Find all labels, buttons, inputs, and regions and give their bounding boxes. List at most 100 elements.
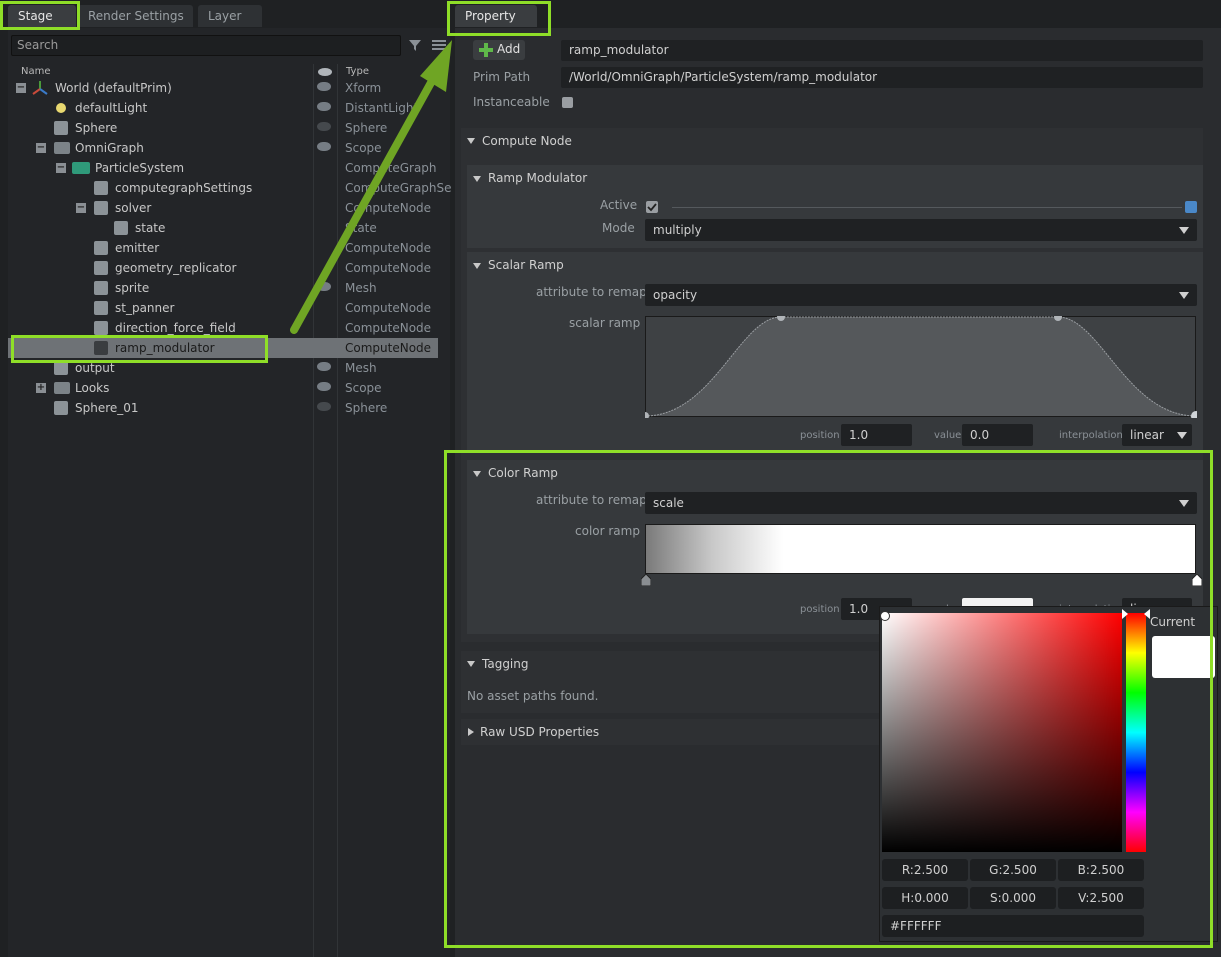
prim-type: DistantLight (345, 101, 419, 115)
tree-row-ramp-modulator[interactable]: ramp_modulator ComputeNode (8, 338, 438, 358)
tree-row-world[interactable]: − World (defaultPrim) Xform (8, 78, 438, 98)
collapse-icon[interactable]: − (16, 83, 26, 93)
prim-name: solver (115, 201, 152, 215)
prim-type: ComputeNode (345, 261, 432, 275)
prim-type: ComputeNode (345, 321, 432, 335)
add-button[interactable]: Add (473, 40, 525, 60)
hex-color-field[interactable]: #FFFFFF (882, 915, 1144, 937)
mesh-cube-icon (54, 361, 68, 375)
color-cursor[interactable] (880, 611, 890, 621)
instanceable-checkbox[interactable] (562, 97, 573, 108)
visibility-eye-icon[interactable] (317, 382, 331, 391)
saturation-value-field[interactable] (882, 613, 1122, 852)
hue-slider-handle[interactable] (1122, 609, 1150, 619)
tree-row-particlesystem[interactable]: − ParticleSystem ComputeGraph (8, 158, 438, 178)
attribute-to-remap-label: attribute to remap (536, 285, 647, 299)
hue-field[interactable]: H:0.000 (882, 887, 968, 909)
filter-icon[interactable] (408, 38, 422, 52)
collapse-triangle-icon[interactable] (467, 138, 475, 144)
slider-handle[interactable] (1185, 201, 1197, 213)
prim-type: ComputeNode (345, 341, 432, 355)
prim-name: OmniGraph (75, 141, 144, 155)
visibility-eye-icon[interactable] (317, 142, 331, 151)
tab-stage[interactable]: Stage (8, 5, 76, 27)
value-field[interactable]: 0.0 (962, 424, 1033, 446)
tree-row-looks[interactable]: + Looks Scope (8, 378, 438, 398)
expand-icon[interactable]: + (36, 383, 46, 393)
tree-row-geometry-replicator[interactable]: geometry_replicator ComputeNode (8, 258, 438, 278)
hue-slider[interactable] (1126, 613, 1146, 852)
section-title[interactable]: Ramp Modulator (488, 171, 587, 185)
section-title[interactable]: Color Ramp (488, 466, 558, 480)
prim-path-field[interactable]: /World/OmniGraph/ParticleSystem/ramp_mod… (561, 67, 1203, 88)
active-checkbox[interactable] (646, 201, 658, 213)
collapse-triangle-icon[interactable] (467, 661, 475, 667)
color-ramp-gradient[interactable] (645, 524, 1196, 574)
section-title[interactable]: Raw USD Properties (480, 725, 599, 739)
color-stop-handle-selected[interactable] (1192, 574, 1202, 586)
add-label: Add (497, 42, 521, 56)
tree-row-output[interactable]: output Mesh (8, 358, 438, 378)
saturation-field[interactable]: S:0.000 (970, 887, 1056, 909)
tab-layer[interactable]: Layer (198, 5, 262, 27)
visibility-eye-icon[interactable] (317, 82, 331, 91)
attribute-dropdown[interactable]: scale (645, 492, 1197, 514)
visibility-eye-icon[interactable] (317, 282, 331, 291)
tab-render-settings[interactable]: Render Settings (78, 5, 193, 27)
visibility-eye-icon[interactable] (317, 102, 331, 111)
color-picker-popup: Current R:2.500 G:2.500 B:2.500 H:0.000 … (879, 606, 1218, 942)
tree-row-omnigraph[interactable]: − OmniGraph Scope (8, 138, 438, 158)
tree-row-st-panner[interactable]: st_panner ComputeNode (8, 298, 438, 318)
xform-icon (32, 81, 48, 95)
prim-type: Xform (345, 81, 382, 95)
attribute-dropdown[interactable]: opacity (645, 284, 1197, 306)
prim-type: ComputeGraphSe (345, 181, 452, 195)
prim-path-label: Prim Path (473, 70, 531, 84)
section-title[interactable]: Scalar Ramp (488, 258, 564, 272)
slider-track[interactable] (672, 207, 1182, 208)
color-stop-handle[interactable] (641, 574, 651, 586)
green-channel-field[interactable]: G:2.500 (970, 859, 1056, 881)
stage-panel: Search Name Type − World (defaultPrim) X… (8, 28, 452, 957)
prim-type: ComputeNode (345, 301, 432, 315)
interpolation-value: linear (1130, 428, 1164, 442)
collapse-icon[interactable]: − (76, 203, 86, 213)
tree-row-sphere[interactable]: Sphere Sphere (8, 118, 438, 138)
tree-row-state[interactable]: state State (8, 218, 438, 238)
tree-row-emitter[interactable]: emitter ComputeNode (8, 238, 438, 258)
tree-row-sprite[interactable]: sprite Mesh (8, 278, 438, 298)
expand-triangle-icon[interactable] (468, 728, 474, 736)
folder-icon (54, 142, 70, 154)
tree-row-defaultlight[interactable]: defaultLight DistantLight (8, 98, 438, 118)
visibility-eye-icon[interactable] (317, 362, 331, 371)
section-title[interactable]: Compute Node (482, 134, 572, 148)
mode-dropdown[interactable]: multiply (645, 219, 1197, 241)
visibility-header-icon[interactable] (318, 68, 332, 76)
tree-row-solver[interactable]: − solver ComputeNode (8, 198, 438, 218)
visibility-eye-icon[interactable] (317, 402, 331, 411)
tree-row-sphere-01[interactable]: Sphere_01 Sphere (8, 398, 438, 418)
scalar-ramp-curve-editor[interactable] (645, 316, 1197, 418)
tree-row-computegraphsettings[interactable]: computegraphSettings ComputeGraphSe (8, 178, 452, 198)
collapse-triangle-icon[interactable] (473, 471, 481, 477)
collapse-triangle-icon[interactable] (473, 263, 481, 269)
tree-row-direction-force-field[interactable]: direction_force_field ComputeNode (8, 318, 438, 338)
options-menu-icon[interactable] (432, 39, 446, 51)
collapse-triangle-icon[interactable] (473, 176, 481, 182)
collapse-icon[interactable]: − (36, 143, 46, 153)
position-field[interactable]: 1.0 (841, 424, 912, 446)
visibility-eye-icon[interactable] (317, 122, 331, 131)
search-input[interactable]: Search (11, 35, 401, 56)
collapse-icon[interactable]: − (56, 163, 66, 173)
red-channel-field[interactable]: R:2.500 (882, 859, 968, 881)
value-channel-field[interactable]: V:2.500 (1058, 887, 1144, 909)
chevron-down-icon (1177, 432, 1187, 439)
prim-name: computegraphSettings (115, 181, 253, 195)
tab-property[interactable]: Property (455, 5, 537, 27)
prim-name: st_panner (115, 301, 175, 315)
prim-name-field[interactable]: ramp_modulator (561, 40, 1203, 61)
plus-icon (479, 43, 493, 57)
blue-channel-field[interactable]: B:2.500 (1058, 859, 1144, 881)
section-title[interactable]: Tagging (482, 657, 529, 671)
position-label: position (800, 430, 840, 441)
